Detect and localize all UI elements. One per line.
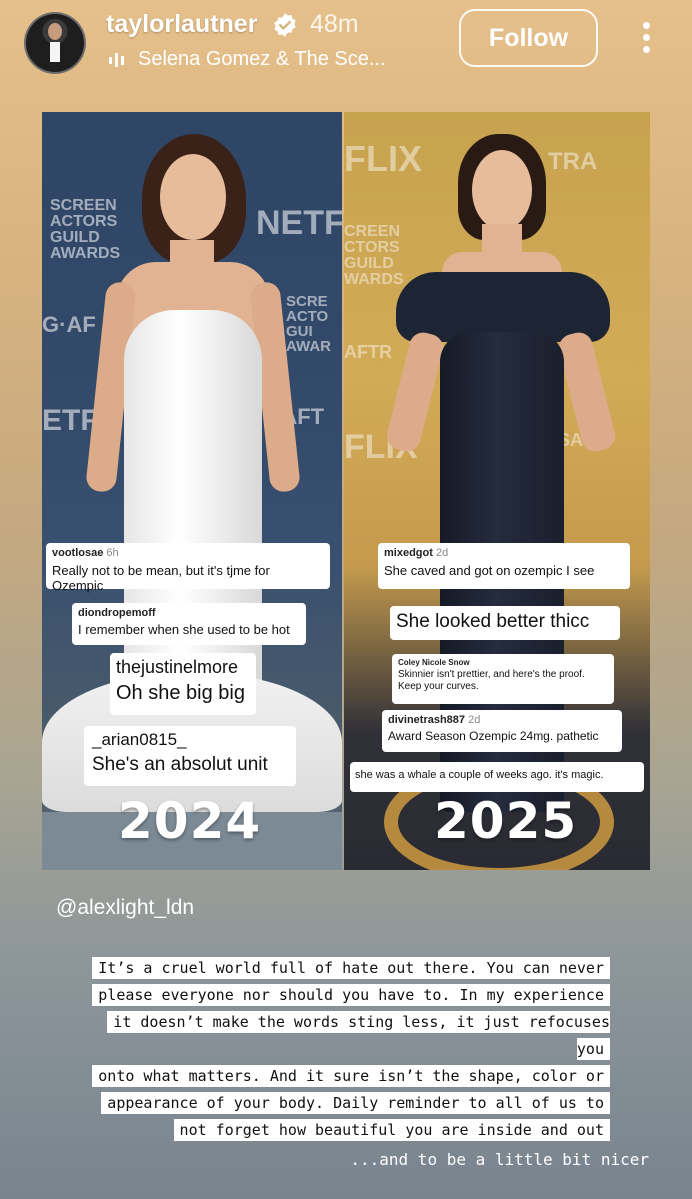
photo-2024: SCREEN ACTORS GUILD AWARDS NETFL SCRE AC…	[42, 112, 342, 870]
comment-card: _arian0815_ She's an absolut unit	[84, 726, 296, 786]
person-figure	[344, 112, 650, 870]
post-time: 48m	[310, 10, 359, 38]
mention-tag[interactable]: @alexlight_ldn	[56, 896, 194, 920]
music-track[interactable]: Selena Gomez & The Sce...	[138, 48, 386, 71]
comment-card: she was a whale a couple of weeks ago. i…	[350, 762, 644, 792]
comment-card: vootlosae 6h Really not to be mean, but …	[46, 543, 330, 593]
year-label: 2025	[434, 792, 578, 850]
caption-text: It’s a cruel world full of hate out ther…	[88, 955, 610, 1144]
username[interactable]: taylorlautner	[106, 10, 257, 39]
music-bars-icon	[109, 53, 124, 67]
caption-tail: ...and to be a little bit nicer	[350, 1150, 649, 1169]
more-vertical-icon[interactable]	[636, 22, 656, 58]
avatar[interactable]	[24, 12, 86, 74]
follow-button[interactable]: Follow	[459, 9, 598, 67]
comment-card: divinetrash887 2d Award Season Ozempic 2…	[382, 710, 622, 752]
comment-card: mixedgot 2d She caved and got on ozempic…	[378, 543, 630, 589]
comment-card: She looked better thicc	[390, 606, 620, 640]
comment-card: Coley Nicole Snow Skinnier isn't prettie…	[392, 654, 614, 704]
photo-2025: FLIX TRA CREEN CTORS GUILD WARDS AFTR FL…	[344, 112, 650, 870]
verified-badge-icon	[274, 13, 296, 37]
comment-card: diondropemoff I remember when she used t…	[72, 603, 306, 645]
year-label: 2024	[118, 792, 262, 850]
comment-card: thejustinelmore Oh she big big	[110, 653, 256, 715]
story-header: taylorlautner 48m Selena Gomez & The Sce…	[0, 0, 692, 100]
